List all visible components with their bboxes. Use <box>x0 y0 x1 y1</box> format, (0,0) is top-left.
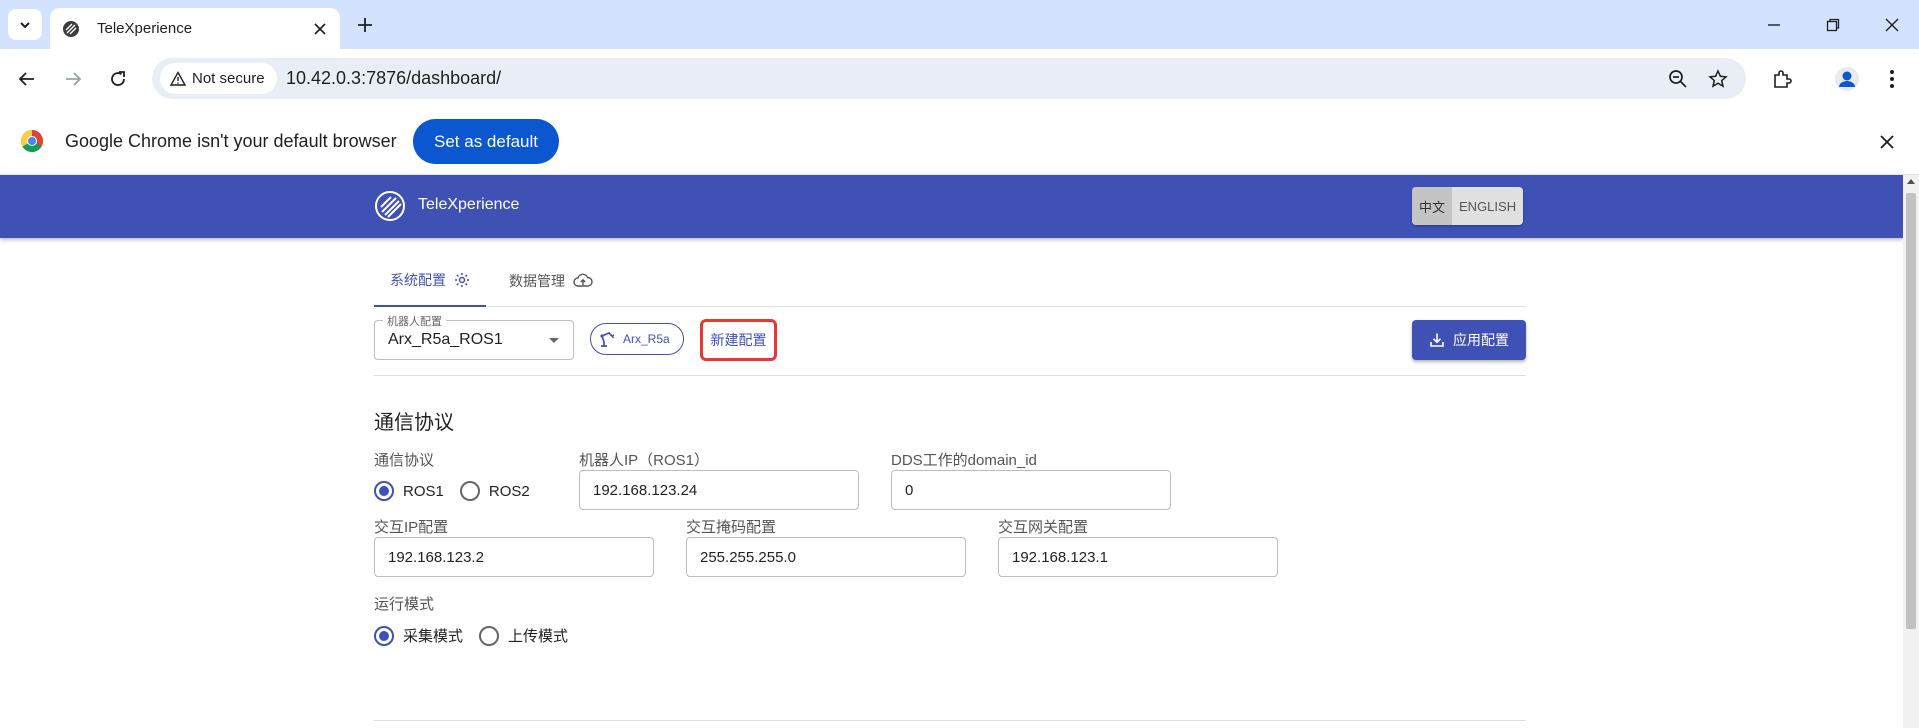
minimize-icon <box>1768 24 1780 26</box>
profile-button[interactable] <box>1832 64 1862 94</box>
new-config-button[interactable]: 新建配置 <box>700 319 777 361</box>
interact-mask-field[interactable]: 255.255.255.0 <box>686 537 966 577</box>
security-label: Not secure <box>192 70 265 87</box>
page-tabs: 系统配置 数据管理 <box>374 255 1526 307</box>
radio-ros1-label[interactable]: ROS1 <box>403 483 444 500</box>
tab-data-management[interactable]: 数据管理 <box>493 255 609 307</box>
protocol-label: 通信协议 <box>374 452 435 469</box>
more-vertical-icon <box>1890 70 1894 88</box>
divider <box>374 375 1526 376</box>
radio-collect-mode-label[interactable]: 采集模式 <box>403 625 463 646</box>
dds-domain-field[interactable]: 0 <box>891 470 1171 510</box>
minimize-button[interactable] <box>1761 12 1787 38</box>
interact-gateway-field[interactable]: 192.168.123.1 <box>998 537 1278 577</box>
close-icon <box>1880 135 1894 149</box>
radio-ros1[interactable] <box>374 481 394 501</box>
radio-ros2[interactable] <box>459 481 480 501</box>
tab-search-button[interactable] <box>8 9 42 40</box>
reload-icon <box>111 71 125 86</box>
close-icon <box>1885 18 1899 32</box>
dropdown-caret-icon <box>549 338 559 343</box>
menu-button[interactable] <box>1877 64 1907 94</box>
arrow-left-icon <box>18 72 34 86</box>
star-icon <box>1708 69 1728 88</box>
robot-ip-label: 机器人IP（ROS1） <box>579 452 710 469</box>
divider <box>374 720 1526 721</box>
restore-icon <box>1826 18 1840 32</box>
tab-system-config[interactable]: 系统配置 <box>374 255 486 307</box>
url-text[interactable]: 10.42.0.3:7876/dashboard/ <box>286 68 501 89</box>
protocol-radio-group: ROS1 ROS2 <box>374 481 546 501</box>
new-tab-button[interactable] <box>352 12 378 38</box>
warning-icon <box>170 70 186 86</box>
puzzle-icon <box>1774 70 1792 88</box>
reload-button[interactable] <box>104 65 132 93</box>
close-window-button[interactable] <box>1879 12 1905 38</box>
app-name: TeleXperience <box>418 196 520 213</box>
robot-config-select[interactable]: 机器人配置 Arx_R5a_ROS1 <box>374 313 574 360</box>
infobar-message: Google Chrome isn't your default browser <box>65 131 397 151</box>
gear-icon <box>455 273 469 287</box>
radio-upload-mode-label[interactable]: 上传模式 <box>508 625 568 646</box>
infobar-close-button[interactable] <box>1876 131 1898 153</box>
interact-mask-label: 交互掩码配置 <box>686 519 777 536</box>
language-toggle: 中文 ENGLISH <box>1412 187 1524 225</box>
app-header: TeleXperience 中文 ENGLISH <box>0 175 1903 238</box>
browser-tab-bar: TeleXperience <box>0 0 1919 49</box>
interact-gateway-label: 交互网关配置 <box>998 519 1089 536</box>
arrow-right-icon <box>66 72 82 86</box>
radio-collect-mode[interactable] <box>374 625 394 646</box>
telexperience-favicon-icon <box>63 20 79 37</box>
bookmark-button[interactable] <box>1707 68 1729 90</box>
forward-button[interactable] <box>59 65 87 93</box>
run-mode-radio-group: 采集模式 上传模式 <box>374 625 584 646</box>
lang-zh-button[interactable]: 中文 <box>1412 187 1453 225</box>
robot-model-chip[interactable]: Arx_R5a <box>590 323 684 355</box>
plus-icon <box>358 18 372 32</box>
run-mode-label: 运行模式 <box>374 596 435 613</box>
lang-en-button[interactable]: ENGLISH <box>1452 187 1523 225</box>
dds-domain-label: DDS工作的domain_id <box>891 452 1037 469</box>
robot-arm-icon <box>600 331 615 347</box>
interact-ip-label: 交互IP配置 <box>374 519 449 536</box>
chevron-down-icon <box>20 21 30 28</box>
back-button[interactable] <box>13 65 41 93</box>
radio-ros2-label[interactable]: ROS2 <box>489 483 530 500</box>
security-chip[interactable]: Not secure <box>160 63 277 94</box>
scrollbar-thumb[interactable] <box>1906 193 1916 629</box>
chrome-logo-icon <box>21 130 43 152</box>
tab-close-icon[interactable] <box>310 19 330 39</box>
robot-config-select-label: 机器人配置 <box>383 313 446 329</box>
apply-config-button[interactable]: 应用配置 <box>1412 320 1526 360</box>
browser-toolbar: Not secure 10.42.0.3:7876/dashboard/ <box>0 49 1919 109</box>
scroll-up-arrow-icon[interactable] <box>1907 179 1915 184</box>
robot-ip-field[interactable]: 192.168.123.24 <box>579 470 859 510</box>
interact-ip-field[interactable]: 192.168.123.2 <box>374 537 654 577</box>
set-as-default-button[interactable]: Set as default <box>413 119 559 164</box>
zoom-button[interactable] <box>1667 68 1689 90</box>
radio-upload-mode[interactable] <box>479 625 500 646</box>
robot-config-select-value: Arx_R5a_ROS1 <box>388 331 503 348</box>
tab-title: TeleXperience <box>97 20 193 37</box>
tab-label: 数据管理 <box>509 273 565 289</box>
zoom-out-icon <box>1669 70 1687 88</box>
download-icon <box>1430 333 1444 347</box>
browser-tab[interactable]: TeleXperience <box>50 8 340 49</box>
page-content: TeleXperience 中文 ENGLISH 系统配置 数据管理 机器人配置… <box>0 175 1903 728</box>
avatar-icon <box>1835 67 1859 91</box>
section-title: 通信协议 <box>374 412 454 434</box>
robot-model-label: Arx_R5a <box>623 332 670 346</box>
default-browser-infobar: Google Chrome isn't your default browser… <box>0 109 1919 175</box>
extensions-button[interactable] <box>1767 64 1797 94</box>
apply-config-label: 应用配置 <box>1453 332 1509 348</box>
restore-button[interactable] <box>1820 12 1846 38</box>
cloud-upload-icon <box>573 273 593 287</box>
address-bar[interactable]: Not secure 10.42.0.3:7876/dashboard/ <box>152 58 1746 99</box>
telexperience-logo-icon <box>375 191 405 221</box>
page-scrollbar[interactable] <box>1903 175 1919 728</box>
tab-label: 系统配置 <box>390 272 446 288</box>
